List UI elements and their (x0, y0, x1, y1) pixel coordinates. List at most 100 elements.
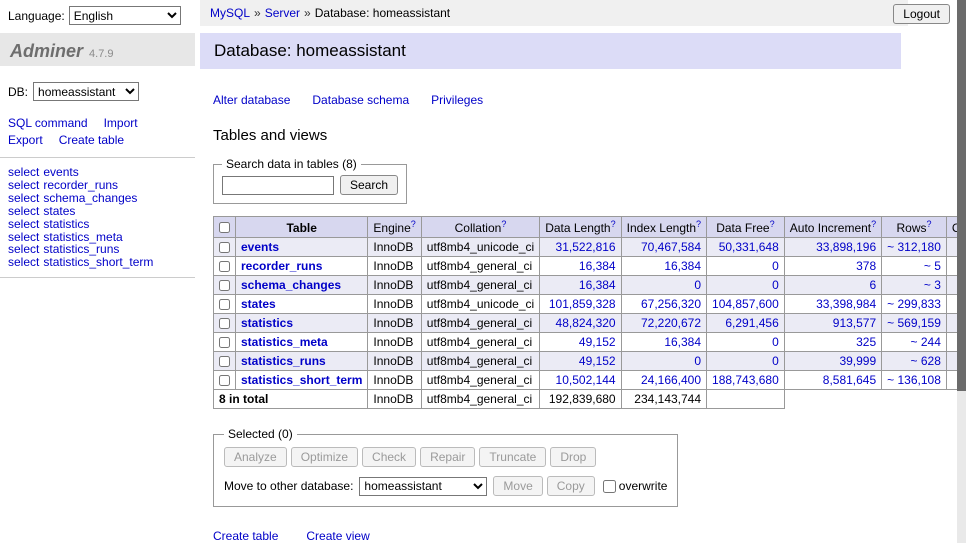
help-icon[interactable]: ? (696, 219, 701, 229)
select-link[interactable]: select (8, 178, 39, 192)
auto-increment-link[interactable]: 378 (856, 259, 876, 273)
table-name-link[interactable]: statistics (241, 316, 293, 330)
data-length-link[interactable]: 48,824,320 (556, 316, 616, 330)
row-checkbox[interactable] (219, 261, 230, 272)
create-table-link[interactable]: Create table (213, 529, 278, 543)
table-link[interactable]: statistics_short_term (43, 255, 153, 269)
help-icon[interactable]: ? (411, 219, 416, 229)
auto-increment-link[interactable]: 33,898,196 (816, 240, 876, 254)
check-all-checkbox[interactable] (219, 222, 230, 233)
rows-count-link[interactable]: ~ 312,180 (887, 240, 941, 254)
rows-count-link[interactable]: ~ 5 (924, 259, 941, 273)
table-name-link[interactable]: statistics_meta (241, 335, 328, 349)
vertical-scrollbar[interactable] (957, 0, 966, 543)
row-checkbox[interactable] (219, 375, 230, 386)
table-name-link[interactable]: schema_changes (241, 278, 341, 292)
language-select[interactable]: English (69, 6, 181, 25)
select-link[interactable]: select (8, 191, 39, 205)
data-length-link[interactable]: 16,384 (579, 278, 616, 292)
select-link[interactable]: select (8, 204, 39, 218)
breadcrumb-link-server[interactable]: Server (265, 6, 300, 20)
copy-button[interactable]: Copy (547, 476, 595, 496)
index-length-link[interactable]: 24,166,400 (641, 373, 701, 387)
help-icon[interactable]: ? (770, 219, 775, 229)
row-checkbox[interactable] (219, 242, 230, 253)
overwrite-checkbox[interactable] (603, 480, 616, 493)
table-link[interactable]: states (43, 204, 75, 218)
table-link[interactable]: statistics_runs (43, 242, 119, 256)
index-length-link[interactable]: 16,384 (664, 259, 701, 273)
rows-count-link[interactable]: ~ 569,159 (887, 316, 941, 330)
table-link[interactable]: recorder_runs (43, 178, 118, 192)
truncate-button[interactable]: Truncate (479, 447, 546, 467)
data-length-link[interactable]: 49,152 (579, 335, 616, 349)
create-table-nav-link[interactable]: Create table (59, 133, 124, 147)
alter-database-link[interactable]: Alter database (213, 93, 290, 107)
data-length-link[interactable]: 101,859,328 (549, 297, 616, 311)
table-name-link[interactable]: events (241, 240, 279, 254)
select-link[interactable]: select (8, 165, 39, 179)
data-free-link[interactable]: 104,857,600 (712, 297, 779, 311)
row-checkbox[interactable] (219, 318, 230, 329)
db-select[interactable]: homeassistant (33, 82, 139, 101)
export-link[interactable]: Export (8, 133, 43, 147)
optimize-button[interactable]: Optimize (291, 447, 358, 467)
index-length-link[interactable]: 16,384 (664, 335, 701, 349)
rows-count-link[interactable]: ~ 244 (911, 335, 941, 349)
data-length-link[interactable]: 31,522,816 (556, 240, 616, 254)
analyze-button[interactable]: Analyze (224, 447, 287, 467)
help-icon[interactable]: ? (611, 219, 616, 229)
logout-button[interactable]: Logout (893, 4, 950, 24)
auto-increment-link[interactable]: 8,581,645 (823, 373, 876, 387)
help-icon[interactable]: ? (927, 219, 932, 229)
auto-increment-link[interactable]: 33,398,984 (816, 297, 876, 311)
help-icon[interactable]: ? (501, 219, 506, 229)
table-link[interactable]: events (43, 165, 78, 179)
data-free-link[interactable]: 0 (772, 354, 779, 368)
data-length-link[interactable]: 49,152 (579, 354, 616, 368)
drop-button[interactable]: Drop (550, 447, 596, 467)
search-input[interactable] (222, 176, 334, 195)
data-free-link[interactable]: 0 (772, 335, 779, 349)
auto-increment-link[interactable]: 325 (856, 335, 876, 349)
data-free-link[interactable]: 6,291,456 (725, 316, 778, 330)
move-db-select[interactable]: homeassistant (359, 477, 487, 496)
data-free-link[interactable]: 0 (772, 278, 779, 292)
data-length-link[interactable]: 10,502,144 (556, 373, 616, 387)
data-free-link[interactable]: 50,331,648 (719, 240, 779, 254)
table-link[interactable]: statistics_meta (43, 230, 122, 244)
auto-increment-link[interactable]: 913,577 (833, 316, 876, 330)
table-link[interactable]: statistics (43, 217, 89, 231)
table-name-link[interactable]: statistics_short_term (241, 373, 362, 387)
select-link[interactable]: select (8, 242, 39, 256)
index-length-link[interactable]: 67,256,320 (641, 297, 701, 311)
rows-count-link[interactable]: ~ 136,108 (887, 373, 941, 387)
create-view-link[interactable]: Create view (306, 529, 369, 543)
import-link[interactable]: Import (104, 116, 138, 130)
help-icon[interactable]: ? (871, 219, 876, 229)
table-name-link[interactable]: states (241, 297, 276, 311)
rows-count-link[interactable]: ~ 3 (924, 278, 941, 292)
select-link[interactable]: select (8, 230, 39, 244)
table-name-link[interactable]: statistics_runs (241, 354, 326, 368)
row-checkbox[interactable] (219, 280, 230, 291)
data-free-link[interactable]: 188,743,680 (712, 373, 779, 387)
repair-button[interactable]: Repair (420, 447, 475, 467)
auto-increment-link[interactable]: 6 (869, 278, 876, 292)
table-link[interactable]: schema_changes (43, 191, 137, 205)
move-button[interactable]: Move (493, 476, 542, 496)
index-length-link[interactable]: 72,220,672 (641, 316, 701, 330)
search-button[interactable]: Search (340, 175, 398, 195)
index-length-link[interactable]: 70,467,584 (641, 240, 701, 254)
rows-count-link[interactable]: ~ 628 (911, 354, 941, 368)
sql-command-link[interactable]: SQL command (8, 116, 88, 130)
scrollbar-thumb[interactable] (957, 0, 966, 391)
privileges-link[interactable]: Privileges (431, 93, 483, 107)
data-length-link[interactable]: 16,384 (579, 259, 616, 273)
index-length-link[interactable]: 0 (694, 354, 701, 368)
breadcrumb-link-mysql[interactable]: MySQL (210, 6, 250, 20)
database-schema-link[interactable]: Database schema (312, 93, 409, 107)
auto-increment-link[interactable]: 39,999 (839, 354, 876, 368)
check-button[interactable]: Check (362, 447, 416, 467)
row-checkbox[interactable] (219, 356, 230, 367)
